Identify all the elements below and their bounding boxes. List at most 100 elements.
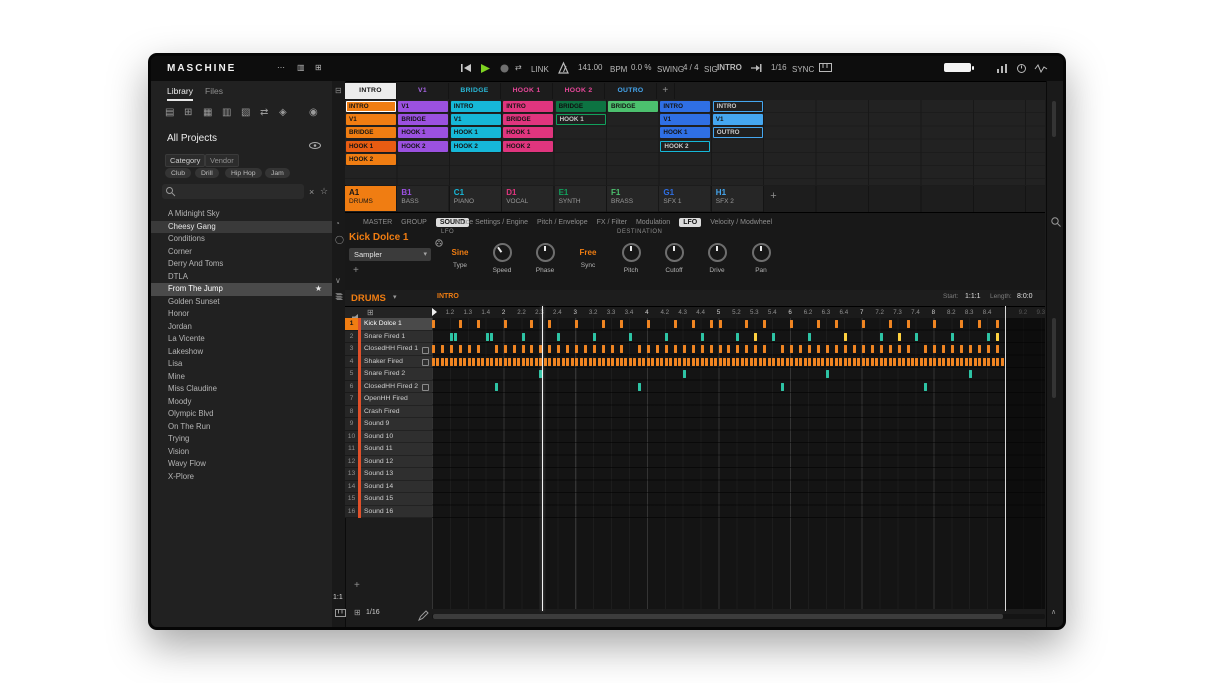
collapse-icon[interactable]: ∨	[335, 276, 341, 285]
scene-tab[interactable]: V1	[397, 83, 449, 99]
note-event[interactable]	[933, 345, 937, 353]
note-event[interactable]	[763, 357, 767, 366]
level-meter-icon[interactable]	[997, 64, 1007, 76]
pattern-cell[interactable]: INTRO	[450, 101, 501, 112]
note-event[interactable]	[982, 357, 986, 366]
pattern-name-chip[interactable]: INTRO	[437, 293, 459, 300]
note-event[interactable]	[709, 357, 713, 366]
note-event[interactable]	[852, 357, 856, 366]
search-box[interactable]	[162, 184, 304, 199]
note-event[interactable]	[933, 357, 937, 366]
eye-icon[interactable]	[309, 136, 321, 154]
note-event[interactable]	[557, 357, 561, 366]
note-event[interactable]	[960, 357, 964, 366]
restart-button[interactable]	[461, 64, 471, 75]
bpm-value[interactable]: 141.00	[578, 63, 602, 73]
page-tab[interactable]: Voice Settings / Engine	[456, 219, 528, 226]
pattern-cell[interactable]: BRIDGE	[398, 114, 449, 126]
note-event[interactable]	[458, 345, 462, 353]
knob[interactable]	[492, 243, 512, 262]
grid-setting-icon[interactable]: ⊞	[354, 608, 361, 617]
note-event[interactable]	[566, 357, 570, 366]
param-drive[interactable]: Drive	[695, 237, 739, 274]
note-event[interactable]	[799, 345, 803, 353]
note-event[interactable]	[919, 357, 923, 366]
metronome-icon[interactable]	[558, 61, 569, 76]
channel-properties-icon[interactable]: ◔	[335, 219, 340, 228]
note-event[interactable]	[906, 345, 910, 353]
piano-roll-icon[interactable]	[335, 609, 346, 619]
note-event[interactable]	[772, 357, 776, 366]
note-event[interactable]	[490, 332, 494, 341]
note-event[interactable]	[969, 370, 973, 378]
pattern-cell[interactable]: INTRO	[346, 101, 396, 112]
note-event[interactable]	[575, 345, 579, 353]
note-event[interactable]	[637, 345, 641, 353]
note-event[interactable]	[485, 357, 489, 366]
sound-row[interactable]: 6 ClosedHH Fired 2	[345, 380, 432, 393]
note-event[interactable]	[575, 320, 579, 328]
note-event[interactable]	[781, 357, 785, 366]
note-event[interactable]	[740, 357, 744, 366]
sound-name[interactable]: Kick Dolce 1	[349, 232, 408, 243]
note-event[interactable]	[602, 320, 606, 328]
note-event[interactable]	[888, 345, 892, 353]
pattern-cell[interactable]: INTRO	[503, 101, 554, 112]
add-plugin-button[interactable]: +	[353, 265, 359, 276]
param-sync[interactable]: Free Sync	[566, 237, 610, 269]
note-event[interactable]	[996, 332, 1000, 341]
note-event[interactable]	[485, 332, 489, 341]
pattern-cell[interactable]: HOOK 2	[660, 140, 711, 152]
note-event[interactable]	[521, 345, 525, 353]
note-event[interactable]	[978, 345, 982, 353]
sound-row[interactable]: 9 Sound 9	[345, 418, 432, 431]
note-event[interactable]	[870, 345, 874, 353]
note-event[interactable]	[749, 357, 753, 366]
note-event[interactable]	[593, 332, 597, 341]
tag-filter[interactable]: Club	[165, 168, 191, 178]
note-event[interactable]	[476, 320, 480, 328]
note-event[interactable]	[879, 357, 883, 366]
param-pitch[interactable]: Pitch	[609, 237, 653, 274]
note-event[interactable]	[593, 357, 597, 366]
note-event[interactable]	[745, 357, 749, 366]
note-event[interactable]	[861, 320, 865, 328]
note-event[interactable]	[682, 357, 686, 366]
project-item[interactable]: Moody	[151, 396, 332, 409]
groups-icon[interactable]: ⊞	[184, 107, 192, 118]
note-event[interactable]	[857, 357, 861, 366]
note-event[interactable]	[566, 345, 570, 353]
note-event[interactable]	[543, 357, 547, 366]
note-event[interactable]	[476, 357, 480, 366]
length-value[interactable]: 8:0:0	[1017, 293, 1033, 300]
note-event[interactable]	[521, 357, 525, 366]
note-event[interactable]	[454, 357, 458, 366]
note-event[interactable]	[825, 345, 829, 353]
record-button[interactable]	[500, 64, 509, 76]
pattern-cell[interactable]: HOOK 2	[398, 140, 449, 152]
note-event[interactable]	[987, 332, 991, 341]
note-event[interactable]	[633, 357, 637, 366]
note-event[interactable]	[951, 332, 955, 341]
note-event[interactable]	[521, 332, 525, 341]
note-event[interactable]	[745, 345, 749, 353]
note-event[interactable]	[673, 345, 677, 353]
note-event[interactable]	[718, 357, 722, 366]
note-event[interactable]	[731, 357, 735, 366]
note-event[interactable]	[579, 357, 583, 366]
note-event[interactable]	[557, 345, 561, 353]
note-event[interactable]	[454, 332, 458, 341]
note-event[interactable]	[937, 357, 941, 366]
note-event[interactable]	[969, 357, 973, 366]
note-grid[interactable]	[432, 318, 1045, 609]
pattern-cell[interactable]: V1	[660, 114, 711, 126]
scene-tab[interactable]: BRIDGE	[449, 83, 501, 99]
note-event[interactable]	[673, 320, 677, 328]
note-event[interactable]	[490, 357, 494, 366]
pencil-icon[interactable]	[418, 607, 429, 625]
pattern-cell[interactable]: HOOK 2	[346, 153, 396, 165]
note-event[interactable]	[790, 357, 794, 366]
note-event[interactable]	[834, 357, 838, 366]
note-event[interactable]	[879, 345, 883, 353]
tab-files[interactable]: Files	[205, 86, 223, 99]
